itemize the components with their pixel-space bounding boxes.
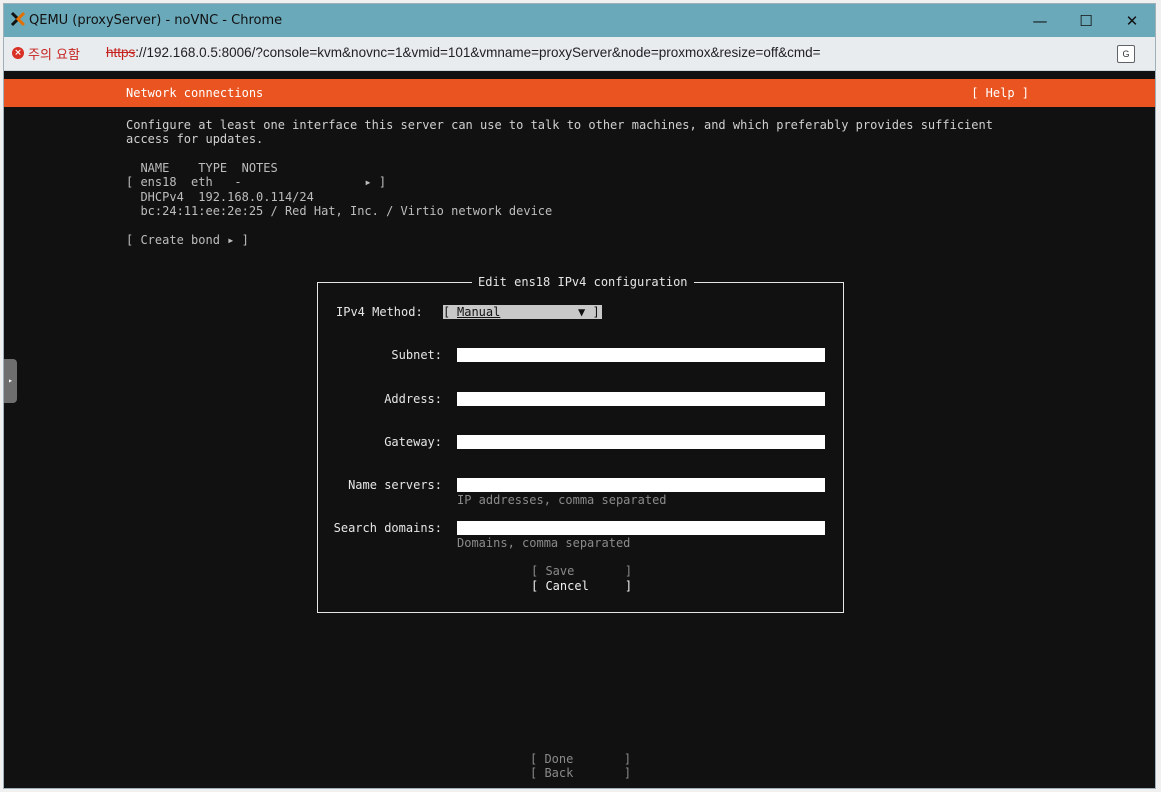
search-domains-hint: Domains, comma separated (457, 536, 631, 550)
subnet-field[interactable] (457, 348, 825, 362)
browser-window: QEMU (proxyServer) - noVNC - Chrome — ☐ … (3, 3, 1156, 789)
interface-device: bc:24:11:ee:2e:25 / Red Hat, Inc. / Virt… (126, 204, 553, 218)
vnc-console[interactable]: Network connections [ Help ] Configure a… (4, 71, 1155, 788)
name-servers-hint: IP addresses, comma separated (457, 493, 667, 507)
save-button[interactable]: [ Save ] (531, 564, 632, 579)
dialog-title: Edit ens18 IPv4 configuration (472, 275, 694, 290)
intro-line-2: access for updates. (126, 132, 264, 146)
proxmox-logo-icon (10, 11, 26, 27)
method-bracket: [ (443, 305, 451, 319)
gateway-label: Gateway: (384, 435, 442, 449)
cancel-button[interactable]: [ Cancel ] (531, 579, 632, 594)
back-button[interactable]: [ Back ] (530, 766, 631, 781)
intro-line-1: Configure at least one interface this se… (126, 118, 993, 132)
address-label: Address: (384, 392, 442, 406)
search-domains-field[interactable] (457, 521, 825, 535)
create-bond-button[interactable]: [ Create bond ▸ ] (126, 233, 249, 248)
help-button[interactable]: [ Help ] (971, 86, 1029, 100)
url-scheme: https (106, 45, 136, 60)
method-value: Manual (457, 305, 501, 319)
interface-row[interactable]: [ ens18 eth - ▸ ] (126, 175, 386, 190)
url-text: ://192.168.0.5:8006/?console=kvm&novnc=1… (135, 45, 821, 60)
security-warning-chip[interactable]: × 주의 요함 (12, 43, 80, 63)
novnc-sidebar-handle[interactable]: ▸ (4, 359, 17, 403)
maximize-button[interactable]: ☐ (1063, 4, 1109, 37)
name-servers-field[interactable] (457, 478, 825, 492)
chevron-down-icon: ▼ ] (578, 305, 600, 319)
ipv4-config-dialog: Edit ens18 IPv4 configuration IPv4 Metho… (317, 275, 844, 613)
url-field[interactable]: https://192.168.0.5:8006/?console=kvm&no… (106, 45, 821, 60)
search-domains-label: Search domains: (333, 521, 442, 535)
gateway-field[interactable] (457, 435, 825, 449)
subnet-label: Subnet: (391, 348, 442, 362)
translate-icon[interactable]: G (1117, 45, 1135, 63)
address-field[interactable] (457, 392, 825, 406)
address-bar: × 주의 요함 https://192.168.0.5:8006/?consol… (4, 37, 1155, 71)
warning-icon: × (12, 47, 24, 59)
table-header: NAME TYPE NOTES (126, 161, 278, 175)
done-button[interactable]: [ Done ] (530, 752, 631, 767)
method-dropdown[interactable]: [ Manual ▼ ] (443, 305, 602, 319)
minimize-button[interactable]: — (1017, 4, 1063, 37)
interface-dhcp: DHCPv4 192.168.0.114/24 (126, 190, 314, 204)
security-label: 주의 요함 (28, 47, 80, 63)
title-bar: QEMU (proxyServer) - noVNC - Chrome — ☐ … (4, 4, 1155, 37)
name-servers-label: Name servers: (348, 478, 442, 492)
installer-header: Network connections [ Help ] (4, 79, 1155, 107)
window-title: QEMU (proxyServer) - noVNC - Chrome (29, 13, 283, 28)
page-title: Network connections (126, 86, 264, 100)
method-label: IPv4 Method: (336, 305, 423, 319)
close-button[interactable]: ✕ (1109, 4, 1155, 37)
